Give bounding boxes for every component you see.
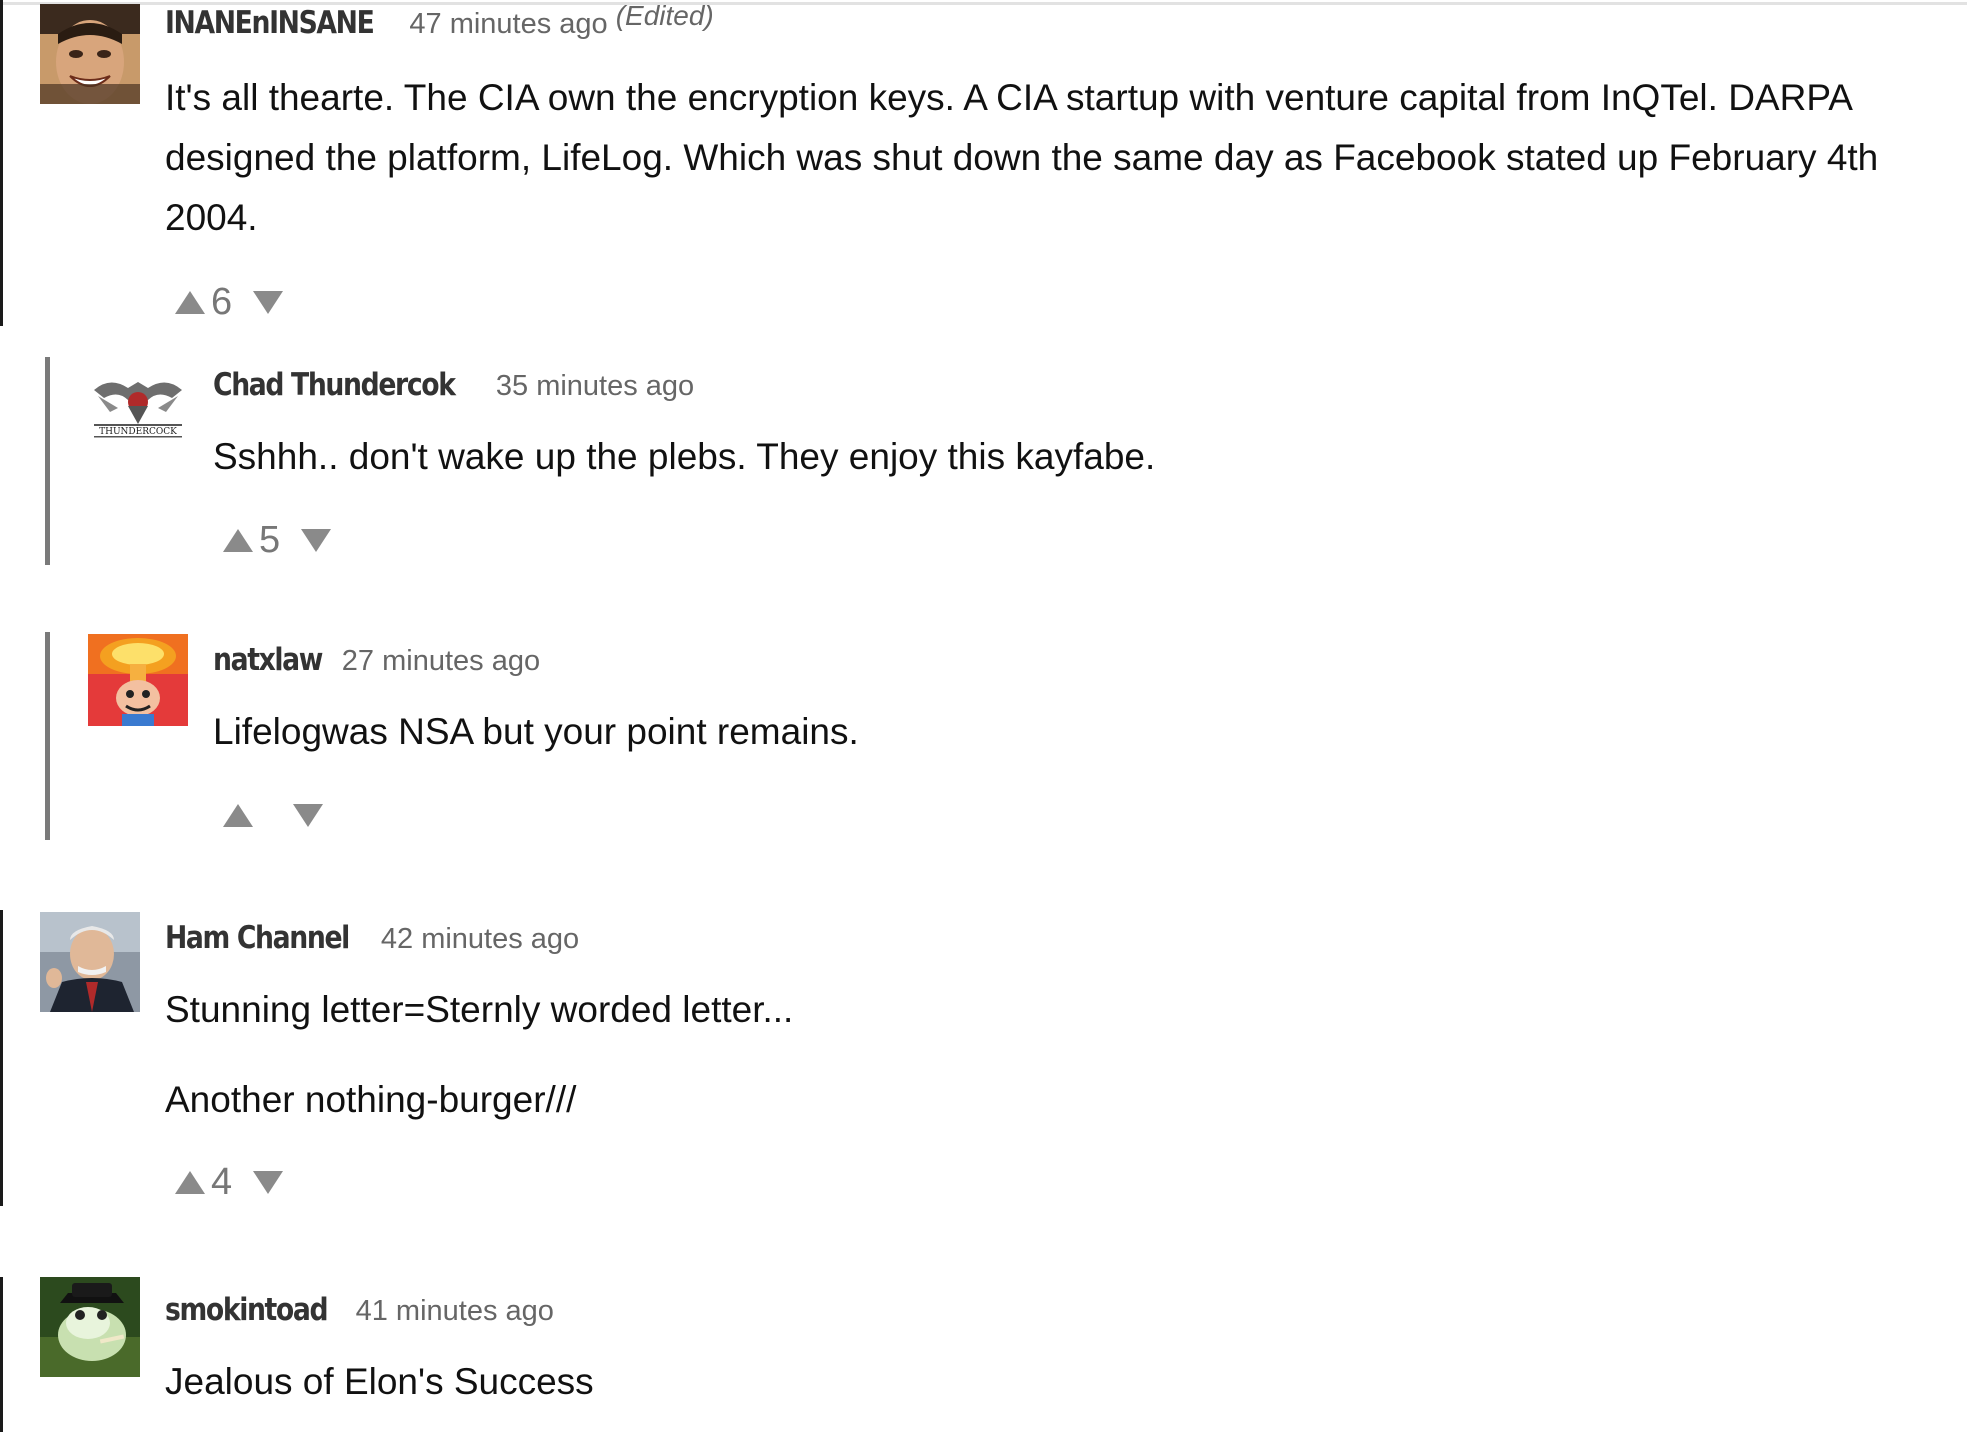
timestamp[interactable]: 27 minutes ago bbox=[342, 645, 540, 677]
comment-paragraph: It's all thearte. The CIA own the encryp… bbox=[165, 77, 1879, 238]
vote-controls: 4 bbox=[175, 1160, 283, 1203]
comment-header: Ham Channel 42 minutes ago bbox=[165, 920, 579, 956]
vote-count: 6 bbox=[211, 280, 233, 323]
vote-count: 4 bbox=[211, 1160, 233, 1203]
avatar-toad-hat-icon[interactable] bbox=[40, 1277, 140, 1377]
avatar-man-mustache-icon[interactable] bbox=[40, 912, 140, 1012]
comment-header: Chad Thundercok 35 minutes ago bbox=[213, 367, 694, 403]
upvote-arrow-icon[interactable] bbox=[175, 1170, 205, 1194]
comment-body: Sshhh.. don't wake up the plebs. They en… bbox=[213, 427, 1933, 487]
comment-body: Lifelogwas NSA but your point remains. bbox=[213, 702, 1933, 762]
comment-paragraph: Stunning letter=Sternly worded letter... bbox=[165, 989, 794, 1030]
username[interactable]: INANEnINSANE bbox=[165, 5, 375, 41]
comment-body: It's all thearte. The CIA own the encryp… bbox=[165, 68, 1935, 248]
comment-smokintoad: smokintoad 41 minutes ago Jealous of Elon… bbox=[0, 1277, 1967, 1432]
downvote-arrow-icon[interactable] bbox=[301, 528, 331, 552]
timestamp[interactable]: 47 minutes ago bbox=[409, 8, 607, 40]
thread-line bbox=[0, 1277, 3, 1432]
avatar-man-grinning-icon[interactable] bbox=[40, 4, 140, 104]
comment-paragraph: Another nothing-burger/// bbox=[165, 1079, 577, 1120]
comment-natxlaw: natxlaw 27 minutes ago Lifelogwas NSA but… bbox=[0, 632, 1967, 842]
downvote-arrow-icon[interactable] bbox=[253, 1170, 283, 1194]
comment-body: Stunning letter=Sternly worded letter...… bbox=[165, 980, 1935, 1130]
upvote-arrow-icon[interactable] bbox=[223, 803, 253, 827]
vote-count: 5 bbox=[259, 518, 281, 561]
thread-line bbox=[0, 910, 3, 1206]
comment-paragraph: Sshhh.. don't wake up the plebs. They en… bbox=[213, 436, 1156, 477]
comment-header: natxlaw 27 minutes ago bbox=[213, 642, 540, 678]
avatar-mushroom-cloud-icon[interactable] bbox=[88, 634, 188, 726]
timestamp[interactable]: 42 minutes ago bbox=[381, 923, 579, 955]
timestamp[interactable]: 35 minutes ago bbox=[496, 370, 694, 402]
comment-ham-channel: Ham Channel 42 minutes ago Stunning lette… bbox=[0, 910, 1967, 1210]
comment-paragraph: Lifelogwas NSA but your point remains. bbox=[213, 711, 859, 752]
comment-body: Jealous of Elon's Success bbox=[165, 1352, 1935, 1412]
downvote-arrow-icon[interactable] bbox=[253, 290, 283, 314]
avatar-caption: THUNDERCOCK bbox=[99, 427, 177, 437]
vote-controls: 6 bbox=[175, 280, 283, 323]
comment-paragraph: Jealous of Elon's Success bbox=[165, 1361, 594, 1402]
timestamp[interactable]: 41 minutes ago bbox=[356, 1295, 554, 1327]
upvote-arrow-icon[interactable] bbox=[223, 528, 253, 552]
thread-line bbox=[0, 0, 3, 326]
username[interactable]: smokintoad bbox=[165, 1292, 329, 1328]
edited-label: (Edited) bbox=[615, 0, 714, 31]
reply-thread-line bbox=[45, 357, 50, 565]
username[interactable]: Chad Thundercok bbox=[213, 367, 456, 403]
downvote-arrow-icon[interactable] bbox=[293, 803, 323, 827]
username[interactable]: natxlaw bbox=[213, 642, 323, 678]
comment-header: INANEnINSANE 47 minutes ago (Edited) bbox=[165, 0, 714, 41]
upvote-arrow-icon[interactable] bbox=[175, 290, 205, 314]
avatar-thundercock-emblem-icon[interactable]: THUNDERCOCK bbox=[88, 372, 188, 472]
vote-controls bbox=[223, 795, 323, 835]
comment-chad-thundercok: THUNDERCOCK Chad Thundercok 35 minutes ag… bbox=[0, 357, 1967, 567]
reply-thread-line bbox=[45, 632, 50, 840]
comment-header: smokintoad 41 minutes ago bbox=[165, 1292, 554, 1328]
vote-controls: 5 bbox=[223, 518, 331, 561]
comment-inaneninsane: INANEnINSANE 47 minutes ago (Edited) It's … bbox=[0, 0, 1967, 330]
username[interactable]: Ham Channel bbox=[165, 920, 350, 956]
